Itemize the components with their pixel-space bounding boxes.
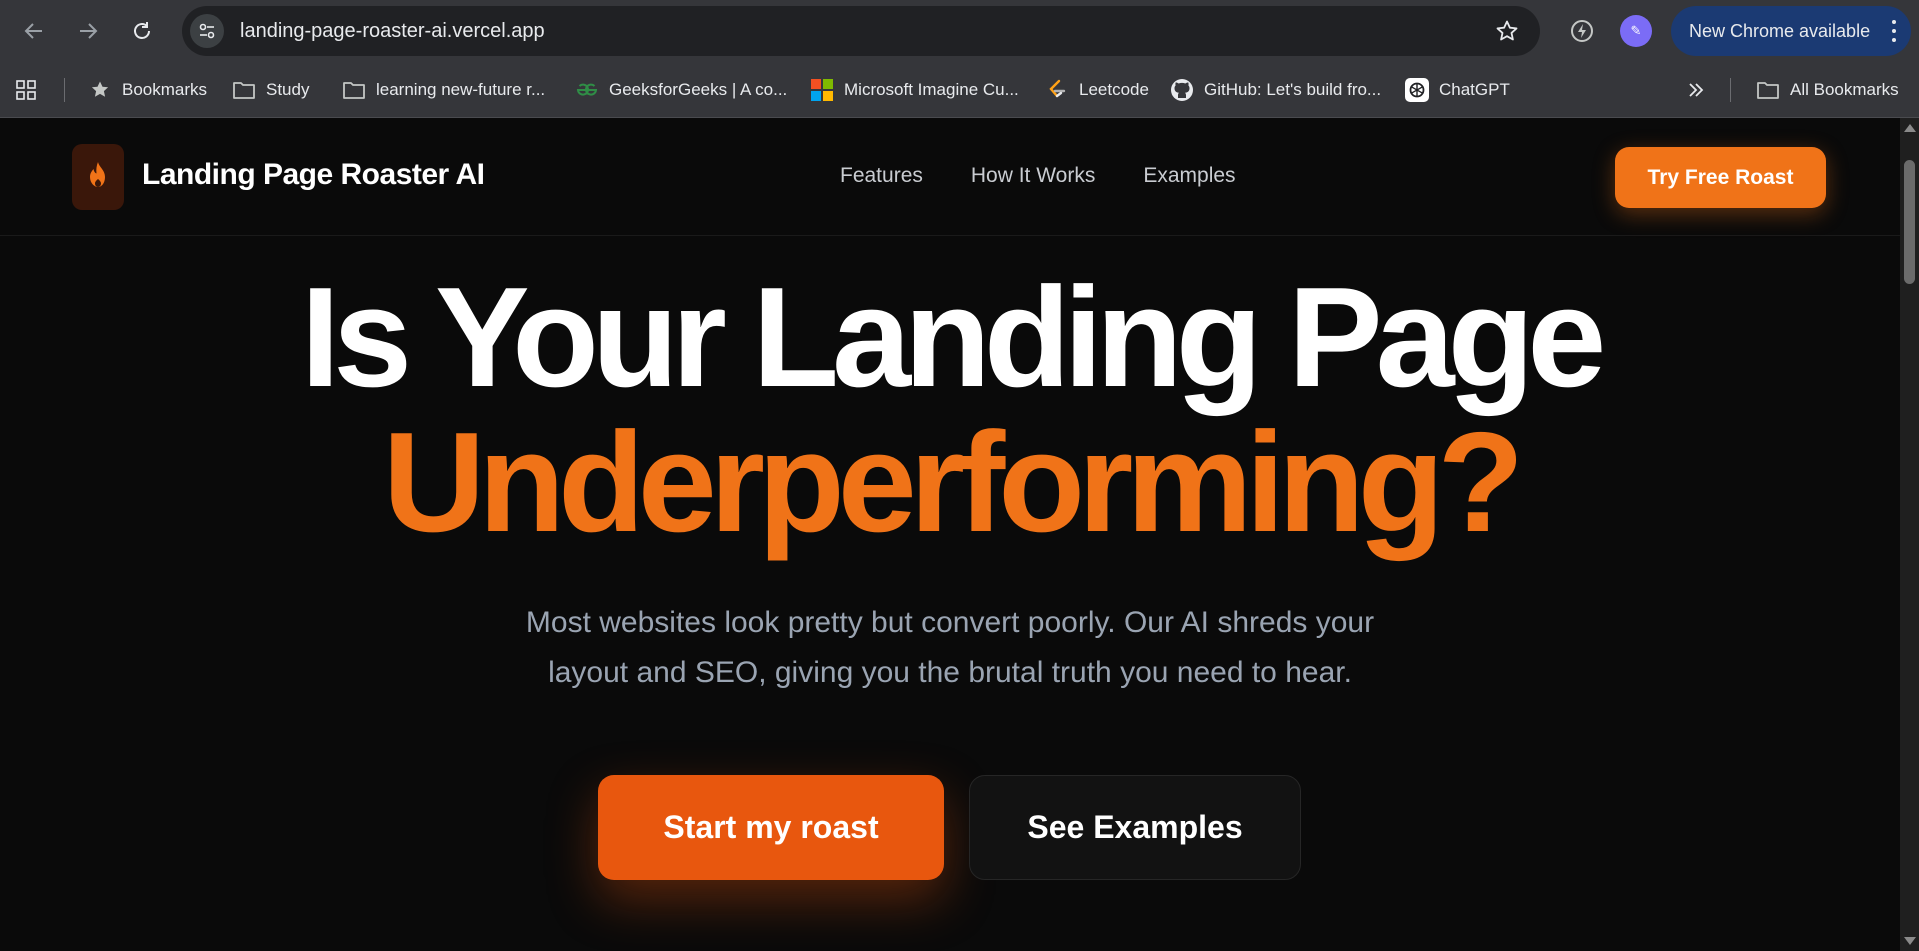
browser-toolbar: landing-page-roaster-ai.vercel.app ✎ New…	[0, 0, 1919, 62]
hero-title-line2: Underperforming?	[382, 403, 1524, 562]
speedometer-icon	[1571, 20, 1593, 42]
bookmark-microsoft[interactable]: Microsoft Imagine Cu...	[810, 74, 1019, 106]
site-info-button[interactable]	[190, 14, 224, 48]
bookmark-chatgpt[interactable]: ChatGPT	[1405, 74, 1510, 106]
try-free-roast-button[interactable]: Try Free Roast	[1615, 147, 1826, 208]
main-nav: Features How It Works Examples	[840, 164, 1284, 188]
start-roast-button[interactable]: Start my roast	[598, 775, 944, 880]
folder-icon	[342, 78, 366, 102]
bookmark-bookmarks[interactable]: Bookmarks	[88, 74, 207, 106]
bookmarks-divider	[64, 78, 65, 102]
star-icon	[1496, 20, 1518, 41]
bookmark-star-button[interactable]	[1492, 16, 1522, 46]
scroll-down-arrow-icon[interactable]	[1904, 937, 1916, 945]
forward-button[interactable]	[70, 13, 106, 49]
extension-icon[interactable]: ✎	[1620, 15, 1652, 47]
flame-icon	[90, 162, 105, 187]
bookmark-study[interactable]: Study	[232, 74, 309, 106]
hero-subtitle-line2: layout and SEO, giving you the brutal tr…	[548, 656, 1352, 689]
scrollbar[interactable]	[1900, 118, 1919, 951]
arrow-right-icon	[80, 23, 98, 39]
bookmark-label: GeeksforGeeks | A co...	[609, 80, 788, 99]
tune-icon	[199, 23, 215, 39]
bookmark-learning[interactable]: learning new-future r...	[342, 74, 545, 106]
bookmark-label: Bookmarks	[122, 80, 208, 99]
nav-features-link[interactable]: Features	[840, 164, 923, 188]
address-bar[interactable]: landing-page-roaster-ai.vercel.app	[182, 6, 1540, 56]
scroll-thumb[interactable]	[1904, 160, 1915, 284]
see-examples-button[interactable]: See Examples	[969, 775, 1301, 880]
apps-grid-icon	[14, 78, 38, 102]
hero-subtitle-line1: Most websites look pretty but convert po…	[525, 606, 1375, 639]
bookmarks-divider	[1730, 78, 1731, 102]
folder-icon	[1756, 78, 1780, 102]
nav-how-it-works-link[interactable]: How It Works	[971, 164, 1095, 188]
microsoft-icon	[810, 78, 834, 102]
nav-examples-link[interactable]: Examples	[1143, 164, 1235, 188]
star-icon	[88, 78, 112, 102]
page-viewport: Landing Page Roaster AI Features How It …	[0, 118, 1900, 951]
bookmark-label: GitHub: Let's build fro...	[1204, 80, 1382, 99]
scroll-up-arrow-icon[interactable]	[1904, 124, 1916, 132]
bookmark-label: Study	[266, 80, 310, 99]
reload-button[interactable]	[124, 13, 160, 49]
more-bookmarks-button[interactable]	[1684, 74, 1718, 106]
bookmark-label: ChatGPT	[1439, 80, 1510, 99]
hero-subtitle: Most websites look pretty but convert po…	[450, 598, 1450, 698]
arrow-left-icon	[24, 23, 42, 39]
logo[interactable]	[72, 144, 124, 210]
performance-button[interactable]	[1564, 13, 1600, 49]
update-label: New Chrome available	[1689, 21, 1871, 41]
apps-button[interactable]	[14, 74, 48, 106]
extension-glyph: ✎	[1630, 23, 1642, 38]
bookmark-label: learning new-future r...	[376, 80, 546, 99]
bookmark-github[interactable]: GitHub: Let's build fro...	[1170, 74, 1381, 106]
geeksforgeeks-icon	[575, 78, 599, 102]
bookmark-leetcode[interactable]: Leetcode	[1045, 74, 1149, 106]
menu-kebab-icon[interactable]	[1891, 20, 1897, 42]
bookmarks-bar: Bookmarks Study learning new-future r...…	[0, 62, 1919, 118]
folder-icon	[232, 78, 256, 102]
url-text[interactable]: landing-page-roaster-ai.vercel.app	[240, 6, 545, 56]
bookmark-geeksforgeeks[interactable]: GeeksforGeeks | A co...	[575, 74, 787, 106]
site-header: Landing Page Roaster AI Features How It …	[0, 118, 1900, 236]
chevron-double-right-icon	[1684, 78, 1708, 102]
chatgpt-icon	[1405, 78, 1429, 102]
all-bookmarks-label: All Bookmarks	[1790, 80, 1899, 99]
bookmark-label: Microsoft Imagine Cu...	[844, 80, 1019, 99]
hero-title-line1: Is Your Landing Page	[300, 258, 1607, 417]
back-button[interactable]	[16, 13, 52, 49]
leetcode-icon	[1045, 78, 1069, 102]
chrome-update-button[interactable]: New Chrome available	[1671, 6, 1911, 56]
github-icon	[1170, 78, 1194, 102]
all-bookmarks-button[interactable]: All Bookmarks	[1756, 74, 1899, 106]
reload-icon	[134, 22, 150, 39]
brand-name[interactable]: Landing Page Roaster AI	[142, 158, 485, 192]
bookmark-label: Leetcode	[1079, 80, 1149, 99]
